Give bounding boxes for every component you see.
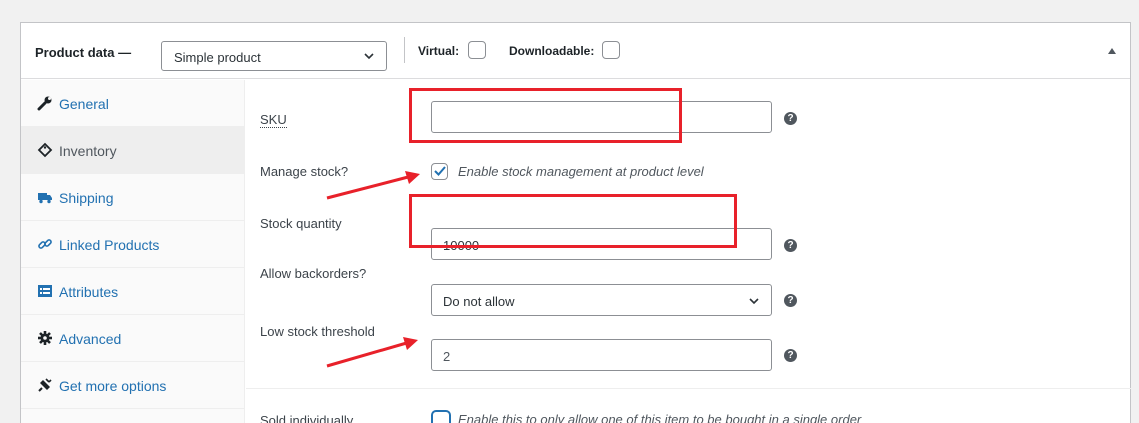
annotation-arrows [326,171,420,368]
arrow-manage-stock [326,171,420,200]
arrow-low-stock [326,337,418,368]
